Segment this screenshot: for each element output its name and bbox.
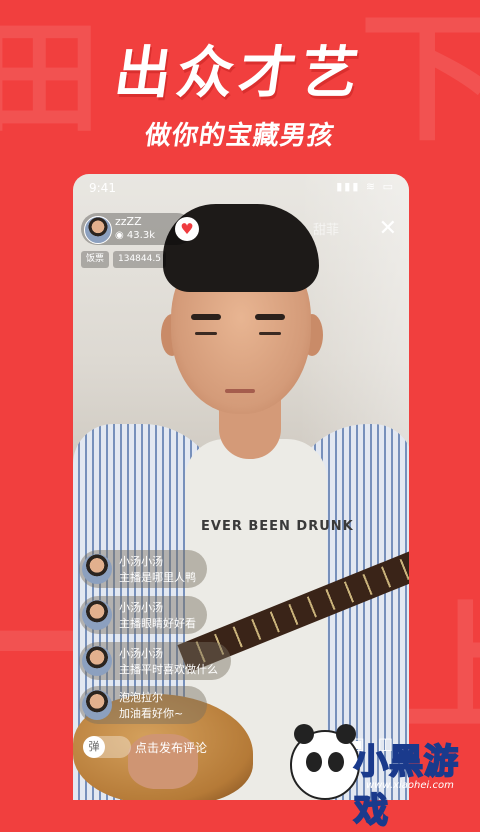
background-pattern: 上 <box>400 588 480 751</box>
host-views: ◉ 43.3k <box>115 230 155 241</box>
eye <box>259 332 281 335</box>
host-name: zzZZ <box>115 215 142 228</box>
comment-avatar[interactable] <box>82 690 112 720</box>
eyebrow <box>191 314 221 320</box>
watermark-tag: 甜菲 <box>313 223 340 238</box>
comment-avatar[interactable] <box>82 554 112 584</box>
phone-screen: EVER BEEN DRUNK 9:41 ▮▮▮ ≋ ▭ zzZZ ◉ 43.3… <box>73 174 409 800</box>
danmu-toggle[interactable]: 弹 <box>83 736 131 758</box>
comment-text: 主播是哪里人鸭 <box>119 571 196 584</box>
host-views-count: 43.3k <box>126 230 155 241</box>
status-time: 9:41 <box>89 181 116 195</box>
panda-icon <box>290 724 360 800</box>
comment-text: 加油看好你~ <box>119 707 184 720</box>
eye <box>195 332 217 335</box>
comment-item: 小汤小汤 主播是哪里人鸭 <box>79 550 207 588</box>
host-avatar[interactable] <box>84 216 112 244</box>
comment-user[interactable]: 小汤小汤 <box>119 645 163 661</box>
comment-text: 主播眼睛好好看 <box>119 617 196 630</box>
comment-input[interactable]: 点击发布评论 <box>135 739 207 756</box>
mouth <box>225 389 255 393</box>
eye-icon: ◉ <box>115 230 124 241</box>
comment-item: 泡泡拉尔 加油看好你~ <box>79 686 207 724</box>
follow-button[interactable]: ♥ <box>175 217 199 241</box>
comment-user[interactable]: 小汤小汤 <box>119 599 163 615</box>
heart-icon: ♥ <box>180 220 194 238</box>
danmu-toggle-label: 弹 <box>83 736 105 758</box>
status-bar: 9:41 ▮▮▮ ≋ ▭ <box>73 174 409 200</box>
comment-user[interactable]: 泡泡拉尔 <box>119 689 163 705</box>
promo-headline: 出众才艺 <box>110 41 368 106</box>
promo-subline: 做你的宝藏男孩 <box>143 121 337 151</box>
coin-value: 134844.5 <box>113 251 166 268</box>
comment-avatar[interactable] <box>82 600 112 630</box>
close-icon[interactable]: ✕ <box>379 218 397 240</box>
shirt-print: EVER BEEN DRUNK <box>201 519 354 534</box>
host-card[interactable]: zzZZ ◉ 43.3k ♥ <box>81 213 199 245</box>
comment-text: 主播平时喜欢做什么 <box>119 663 218 676</box>
site-logo-url: www.xiaohei.com <box>366 780 454 791</box>
eyebrow <box>255 314 285 320</box>
site-logo: 小黑游戏 www.xiaohei.com <box>290 724 480 832</box>
coin-label: 饭票 <box>81 251 110 268</box>
comment-user[interactable]: 小汤小汤 <box>119 553 163 569</box>
comment-avatar[interactable] <box>82 646 112 676</box>
status-icons: ▮▮▮ ≋ ▭ <box>336 180 395 193</box>
comment-item: 小汤小汤 主播眼睛好好看 <box>79 596 207 634</box>
comment-item: 小汤小汤 主播平时喜欢做什么 <box>79 642 231 680</box>
